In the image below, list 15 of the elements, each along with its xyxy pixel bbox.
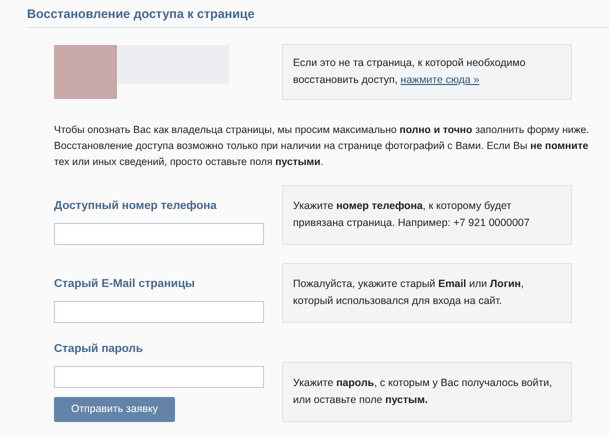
- photo-placeholder: [54, 44, 117, 99]
- hint-text: Пожалуйста, укажите старый Email или Логин, который использовался для входа на сайт.: [282, 262, 572, 323]
- input-field[interactable]: [54, 222, 264, 245]
- hint-text: Укажите пароль, с которым у Вас получалось войти, или оставьте поле пустым.: [282, 362, 572, 422]
- field-label: Доступный номер телефона: [54, 198, 218, 214]
- restore-link[interactable]: нажмите сюда »: [400, 74, 480, 86]
- notice-text: Если это не та страница, к которой необходимо восстановить доступ, нажмите сюда »: [282, 44, 572, 100]
- field-label: Старый пароль: [54, 342, 144, 357]
- hint-text: Укажите номер телефона, к которому будет привязана страница. Например: +7 921 0000007: [282, 184, 572, 245]
- intro-paragraph: Чтобы опознать Вас как владельца страницы, мы просим максимально полно и точно заполнить форму ниже. Восстановление доступа возможно только при наличии на странице фотографий с Вами. Если Вы не помните тех или иных сведений, просто оставьте поля пустыми.: [54, 124, 590, 170]
- input-field[interactable]: [54, 300, 264, 323]
- submit-button[interactable]: Отправить заявку: [54, 397, 175, 422]
- page-title: Восстановление доступа к странице: [27, 0, 609, 28]
- field-label: Старый E-Mail страницы: [54, 276, 196, 292]
- input-field[interactable]: [54, 366, 264, 388]
